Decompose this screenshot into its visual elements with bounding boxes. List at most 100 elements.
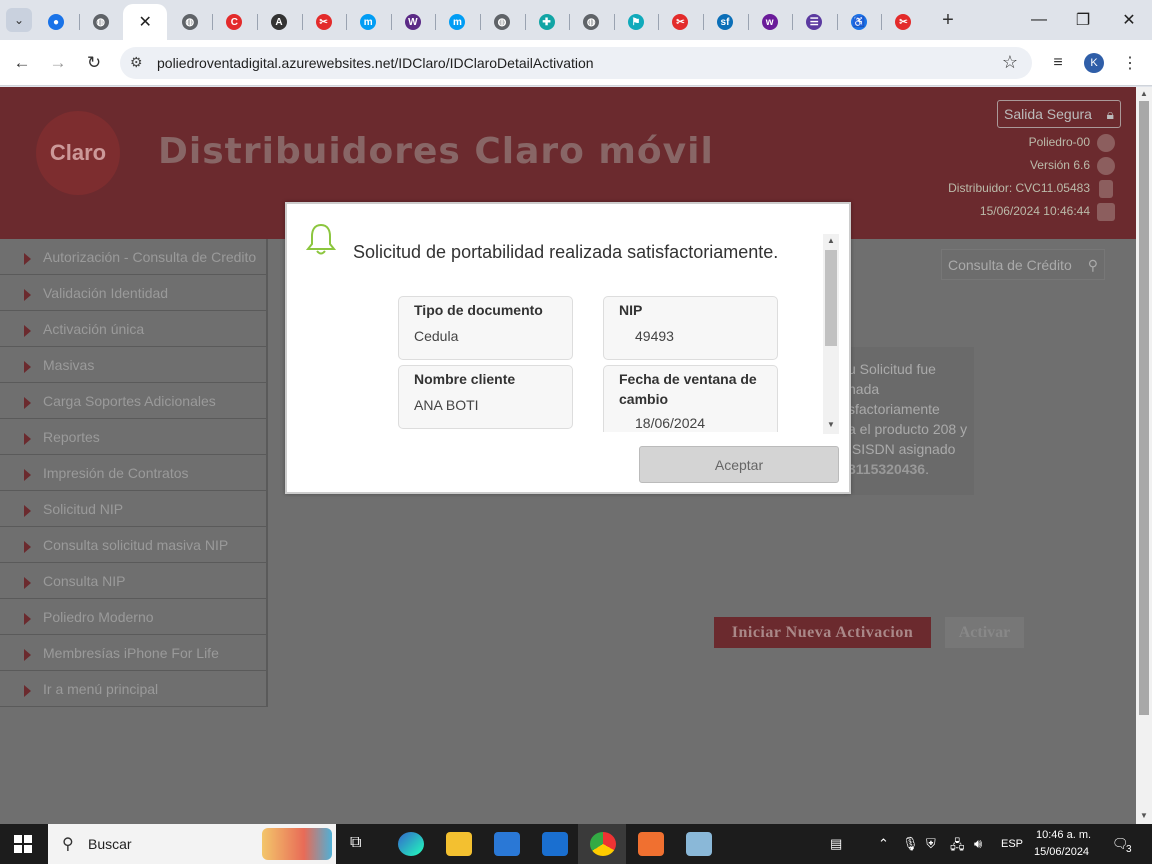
site-settings-icon[interactable]: ⚙ xyxy=(130,54,143,71)
dialog-scroll-thumb[interactable] xyxy=(825,250,837,346)
result-line: ISISDN asignado xyxy=(848,441,956,457)
store-icon[interactable] xyxy=(494,832,520,856)
browser-tab[interactable]: ◍ xyxy=(480,4,524,40)
browser-tab[interactable]: m xyxy=(346,4,390,40)
sidebar-item-identity[interactable]: Validación Identidad xyxy=(0,275,268,311)
browser-tab[interactable]: ♿ xyxy=(837,4,881,40)
reload-button[interactable]: ↻ xyxy=(82,51,106,75)
scroll-up-arrow[interactable]: ▲ xyxy=(827,236,835,245)
edge-icon[interactable] xyxy=(398,832,424,856)
scroll-up-arrow[interactable]: ▲ xyxy=(1140,89,1148,98)
bookmark-star-icon[interactable]: ☆ xyxy=(1002,52,1018,73)
claro-icon: ✂ xyxy=(315,14,332,30)
browser-tab[interactable]: C xyxy=(212,4,256,40)
sidebar-item-reports[interactable]: Reportes xyxy=(0,419,268,455)
profile-avatar[interactable]: K xyxy=(1084,53,1104,73)
close-window-button[interactable]: ✕ xyxy=(1106,8,1152,32)
field-value: ANA BOTI xyxy=(414,397,479,413)
file-explorer-icon[interactable] xyxy=(446,832,472,856)
mail-icon[interactable] xyxy=(542,832,568,856)
list-icon: ☰ xyxy=(806,14,823,30)
taskbar-search-text: Buscar xyxy=(88,836,132,852)
browser-tab[interactable]: ✂ xyxy=(658,4,702,40)
dialog-scrollbar[interactable]: ▲ ▼ xyxy=(823,234,839,434)
lock-icon: 🔒︎ xyxy=(1106,106,1114,122)
browser-tab[interactable]: ✚ xyxy=(525,4,569,40)
new-activation-button[interactable]: Iniciar Nueva Activacion xyxy=(714,617,931,648)
sidebar-item-modern[interactable]: Poliedro Moderno xyxy=(0,599,268,635)
browser-tab[interactable]: ◍ xyxy=(168,4,212,40)
sidebar-item-main-menu[interactable]: Ir a menú principal xyxy=(0,671,268,707)
scroll-thumb[interactable] xyxy=(1139,101,1149,715)
sidebar-item-contracts[interactable]: Impresión de Contratos xyxy=(0,455,268,491)
page-title: Distribuidores Claro móvil xyxy=(158,131,714,172)
browser-tab[interactable]: w xyxy=(748,4,792,40)
sidebar-item-activation[interactable]: Activación única xyxy=(0,311,268,347)
back-button[interactable]: ← xyxy=(10,51,34,75)
search-icon: ⚲ xyxy=(1087,257,1098,273)
browser-toolbar: ← → ↻ ⚙ poliedroventadigital.azurewebsit… xyxy=(0,40,1152,86)
field-value: Cedula xyxy=(414,328,459,344)
result-line: u Solicitud fue xyxy=(848,361,936,377)
task-view-icon[interactable]: ⧉ xyxy=(350,834,361,852)
security-icon[interactable]: ⛨ xyxy=(926,836,936,852)
notepad-icon[interactable] xyxy=(686,832,712,856)
app-icon[interactable] xyxy=(638,832,664,856)
media-control-icon[interactable]: ≡ xyxy=(1046,51,1070,75)
browser-tab[interactable]: ◍ xyxy=(79,4,123,40)
browser-tab[interactable]: ☰ xyxy=(792,4,836,40)
activate-button[interactable]: Activar xyxy=(945,617,1024,648)
chevron-up-icon[interactable]: ⌃ xyxy=(878,836,889,852)
language-indicator[interactable]: ESP xyxy=(1001,838,1023,850)
sidebar-item-supports[interactable]: Carga Soportes Adicionales xyxy=(0,383,268,419)
taskbar-search[interactable]: ⚲ Buscar xyxy=(48,824,336,864)
notification-count: 3 xyxy=(1124,844,1134,855)
address-bar[interactable]: ⚙ poliedroventadigital.azurewebsites.net… xyxy=(120,47,1032,79)
browser-tab[interactable]: ◍ xyxy=(569,4,613,40)
browser-tab[interactable]: W xyxy=(391,4,435,40)
forward-button[interactable]: → xyxy=(46,51,70,75)
sidebar-item-iphone[interactable]: Membresías iPhone For Life xyxy=(0,635,268,671)
maximize-button[interactable]: ❐ xyxy=(1060,8,1106,32)
sidebar-item-bulk-nip[interactable]: Consulta solicitud masiva NIP xyxy=(0,527,268,563)
tab-separator xyxy=(569,14,571,30)
tab-search-button[interactable]: ⌄ xyxy=(6,8,32,32)
scroll-down-arrow[interactable]: ▼ xyxy=(827,420,835,429)
browser-tab[interactable]: ✕ xyxy=(123,4,168,40)
accept-button[interactable]: Aceptar xyxy=(639,446,839,483)
sidebar-item-nip-query[interactable]: Consulta NIP xyxy=(0,563,268,599)
logout-button[interactable]: Salida Segura 🔒︎ xyxy=(997,100,1121,128)
news-icon[interactable]: ▤ xyxy=(830,836,842,852)
user-icon xyxy=(1097,134,1115,152)
sidebar-item-credit[interactable]: Autorización - Consulta de Credito xyxy=(0,239,268,275)
browser-tab[interactable]: ✂ xyxy=(302,4,346,40)
windows-start-button[interactable] xyxy=(14,835,32,853)
tab-separator xyxy=(301,14,303,30)
sidebar-item-nip-request[interactable]: Solicitud NIP xyxy=(0,491,268,527)
chrome-icon[interactable] xyxy=(590,832,616,856)
browser-tab[interactable]: m xyxy=(435,4,479,40)
globe-icon: ◍ xyxy=(494,14,510,30)
clock-date[interactable]: 15/06/2024 xyxy=(1034,846,1089,858)
browser-tab[interactable]: sf xyxy=(703,4,747,40)
url-text[interactable]: poliedroventadigital.azurewebsites.net/I… xyxy=(157,55,594,71)
close-icon[interactable]: ✕ xyxy=(138,12,151,32)
sidebar-item-bulk[interactable]: Masivas xyxy=(0,347,268,383)
minimize-button[interactable]: — xyxy=(1016,8,1062,32)
browser-tab[interactable]: ✂ xyxy=(881,4,925,40)
browser-tab[interactable]: ● xyxy=(34,4,78,40)
clock-time[interactable]: 10:46 a. m. xyxy=(1036,829,1091,841)
angular-icon: A xyxy=(271,14,287,30)
microphone-icon[interactable]: 🎙︎ xyxy=(902,836,919,852)
new-tab-button[interactable]: + xyxy=(936,8,960,32)
menu-icon[interactable]: ⋮ xyxy=(1118,51,1142,75)
page-scrollbar[interactable]: ▲ ▼ xyxy=(1136,87,1152,824)
credit-query-button[interactable]: Consulta de Crédito ⚲ xyxy=(941,249,1105,280)
browser-tab[interactable]: ⚑ xyxy=(614,4,658,40)
volume-icon[interactable]: 🔊︎ xyxy=(974,836,982,852)
field-window-date: Fecha de ventana de cambio 18/06/2024 xyxy=(603,365,778,432)
logo-text: Claro xyxy=(49,140,107,165)
browser-tab[interactable]: A xyxy=(257,4,301,40)
network-icon[interactable]: 🖧︎ xyxy=(950,836,965,858)
scroll-down-arrow[interactable]: ▼ xyxy=(1140,811,1148,820)
